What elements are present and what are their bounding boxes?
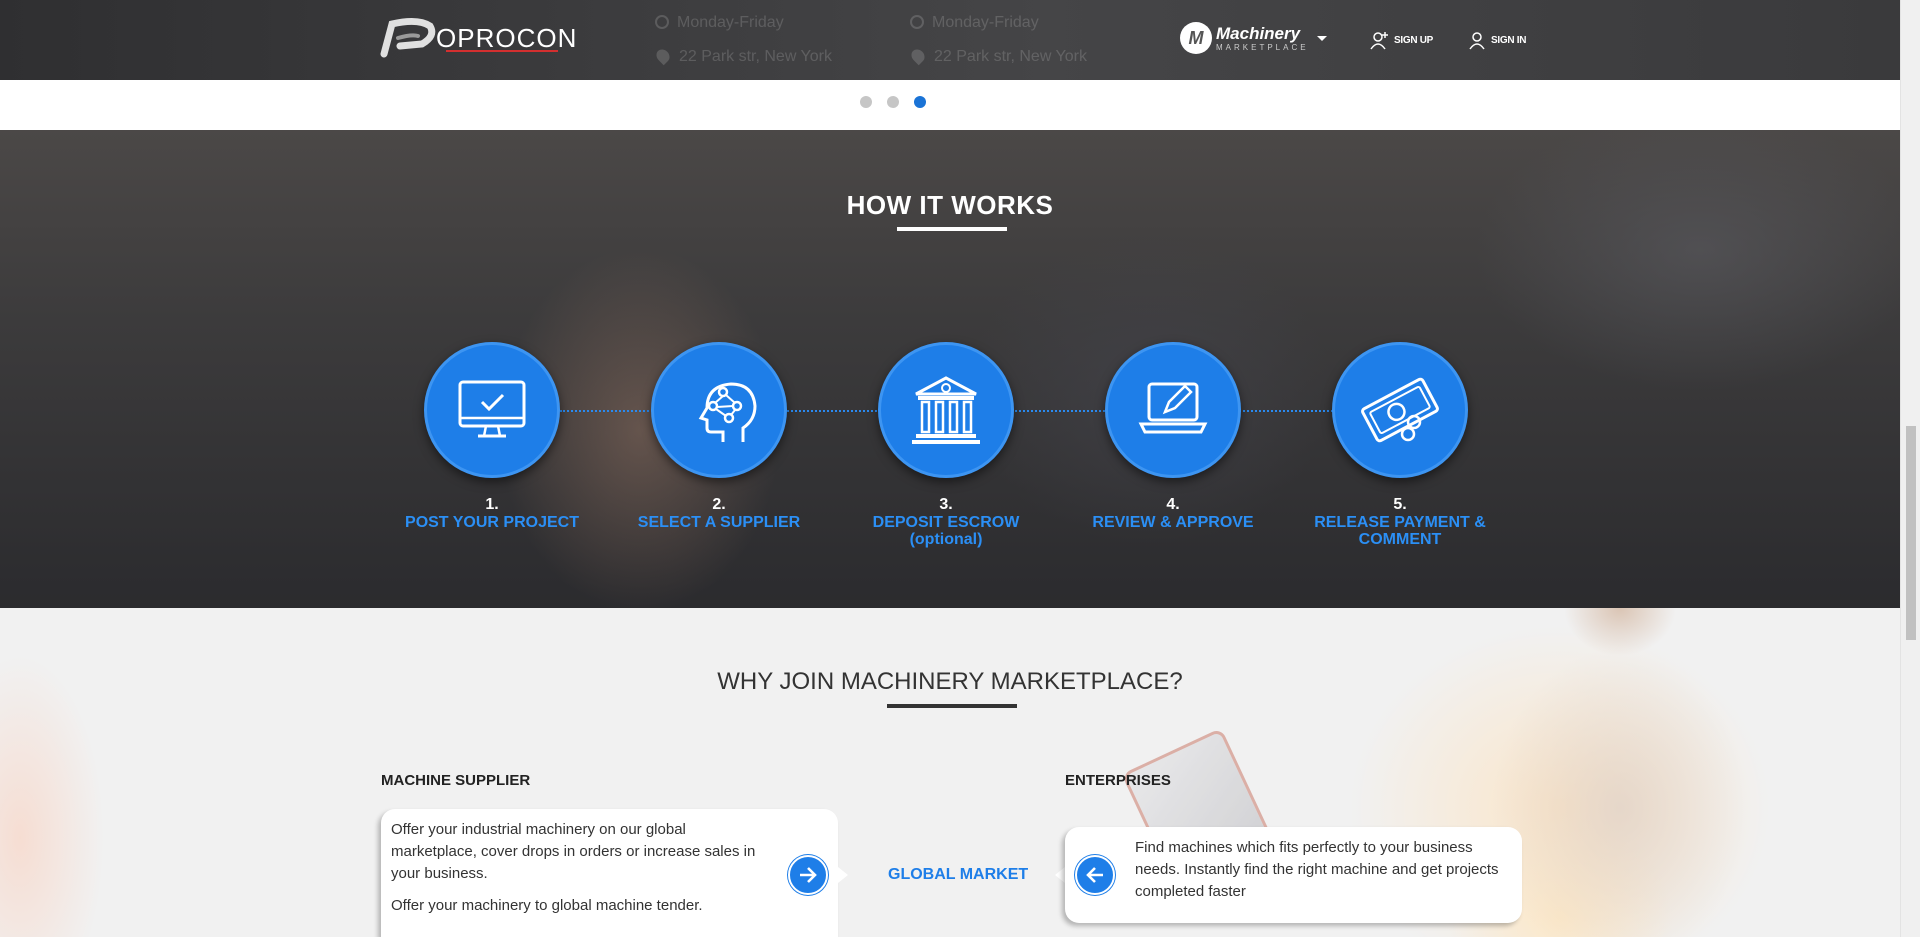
step-select-supplier: 2. SELECT A SUPPLIER bbox=[609, 342, 829, 531]
logo-underline bbox=[446, 50, 558, 52]
laptop-pencil-icon bbox=[1138, 382, 1208, 434]
ghost-hours-2: Monday-Friday bbox=[910, 14, 1039, 32]
user-icon bbox=[1469, 32, 1485, 50]
step-number: 2. bbox=[712, 496, 726, 513]
ghost-hours-text: Monday-Friday bbox=[677, 14, 784, 31]
ghost-address-1: 22 Park str, New York bbox=[653, 46, 832, 66]
ghost-hours-1: Monday-Friday bbox=[655, 14, 784, 32]
step-number: 3. bbox=[939, 496, 953, 513]
oprocon-logo[interactable]: OPROCON bbox=[378, 14, 588, 62]
add-user-icon bbox=[1370, 32, 1388, 50]
supplier-heading: MACHINE SUPPLIER bbox=[381, 772, 531, 789]
brand-name: OPROCON bbox=[436, 22, 578, 53]
enterprise-heading: ENTERPRISES bbox=[1065, 772, 1171, 789]
bank-icon bbox=[912, 376, 980, 444]
step-label: DEPOSIT ESCROW bbox=[872, 514, 1020, 531]
monitor-check-icon bbox=[458, 380, 526, 438]
ghost-address-2: 22 Park str, New York bbox=[908, 46, 1087, 66]
marketplace-logo-icon: M bbox=[1180, 22, 1212, 54]
enterprise-card: Find machines which fits perfectly to yo… bbox=[1065, 827, 1522, 923]
chevron-down-icon bbox=[1316, 35, 1327, 41]
supplier-text-1: Offer your industrial machinery on our g… bbox=[391, 821, 756, 882]
why-join-title: WHY JOIN MACHINERY MARKETPLACE? bbox=[717, 668, 1183, 695]
step-label: SELECT A SUPPLIER bbox=[637, 514, 801, 531]
carousel-dot-1[interactable] bbox=[860, 96, 872, 108]
step-label: POST YOUR PROJECT bbox=[405, 514, 579, 531]
sign-in-label: SIGN IN bbox=[1491, 34, 1527, 46]
location-pin-icon bbox=[908, 46, 928, 66]
arrow-right-icon bbox=[800, 867, 817, 883]
marketplace-title: Machinery bbox=[1216, 23, 1301, 43]
enterprise-card-pointer bbox=[1055, 867, 1065, 883]
page-scrollbar[interactable] bbox=[1900, 0, 1920, 937]
supplier-arrow-button[interactable] bbox=[788, 855, 828, 895]
step-review-approve: 4. REVIEW & APPROVE bbox=[1063, 342, 1283, 531]
sign-up-link[interactable]: SIGN UP bbox=[1370, 30, 1433, 50]
sign-in-link[interactable]: SIGN IN bbox=[1467, 30, 1526, 50]
step-number: 4. bbox=[1166, 496, 1180, 513]
ghost-address-text: 22 Park str, New York bbox=[934, 48, 1087, 65]
ghost-hours-text: Monday-Friday bbox=[932, 14, 1039, 31]
money-icon bbox=[1361, 377, 1439, 443]
carousel-dot-3[interactable] bbox=[914, 96, 926, 108]
supplier-text-2: Offer your machinery to global machine t… bbox=[391, 897, 703, 914]
location-pin-icon bbox=[653, 46, 673, 66]
supplier-card: Offer your industrial machinery on our g… bbox=[381, 809, 838, 937]
global-market-label: GLOBAL MARKET bbox=[888, 866, 1029, 883]
site-header: Monday-Friday 22 Park str, New York Mond… bbox=[0, 0, 1900, 80]
step-label: RELEASE PAYMENT & COMMENT bbox=[1314, 514, 1486, 548]
step-number: 5. bbox=[1393, 496, 1407, 513]
title-underline bbox=[897, 227, 1007, 231]
marketplace-subtitle: MARKETPLACE bbox=[1216, 42, 1309, 52]
ghost-address-text: 22 Park str, New York bbox=[679, 48, 832, 65]
carousel-dot-2[interactable] bbox=[887, 96, 899, 108]
oprocon-p-icon bbox=[380, 17, 436, 58]
carousel-dots bbox=[860, 96, 926, 108]
arrow-left-icon bbox=[1086, 867, 1103, 883]
step-number: 1. bbox=[485, 496, 499, 513]
scrollbar-thumb[interactable] bbox=[1906, 426, 1916, 640]
enterprise-arrow-button[interactable] bbox=[1075, 855, 1115, 895]
step-deposit-escrow: 3. DEPOSIT ESCROW (optional) bbox=[836, 342, 1056, 548]
enterprise-text: Find machines which fits perfectly to yo… bbox=[1135, 839, 1499, 900]
clock-icon bbox=[655, 15, 669, 29]
step-label: REVIEW & APPROVE bbox=[1092, 514, 1254, 531]
why-join-section: WHY JOIN MACHINERY MARKETPLACE? MACHINE … bbox=[0, 608, 1900, 937]
how-it-works-title: HOW IT WORKS bbox=[846, 190, 1054, 220]
step-sub-label: (optional) bbox=[909, 531, 983, 548]
how-it-works-section: HOW IT WORKS 1. POST YOUR PROJECT 2. SEL… bbox=[0, 130, 1900, 608]
step-release-payment: 5. RELEASE PAYMENT & COMMENT bbox=[1290, 342, 1510, 548]
clock-icon bbox=[910, 15, 924, 29]
marketplace-menu[interactable]: M Machinery MARKETPLACE bbox=[1180, 22, 1327, 54]
supplier-card-pointer bbox=[838, 867, 848, 883]
sign-up-label: SIGN UP bbox=[1394, 34, 1434, 46]
title-underline bbox=[887, 704, 1017, 708]
head-network-icon bbox=[698, 382, 757, 442]
step-post-project: 1. POST YOUR PROJECT bbox=[382, 342, 602, 531]
